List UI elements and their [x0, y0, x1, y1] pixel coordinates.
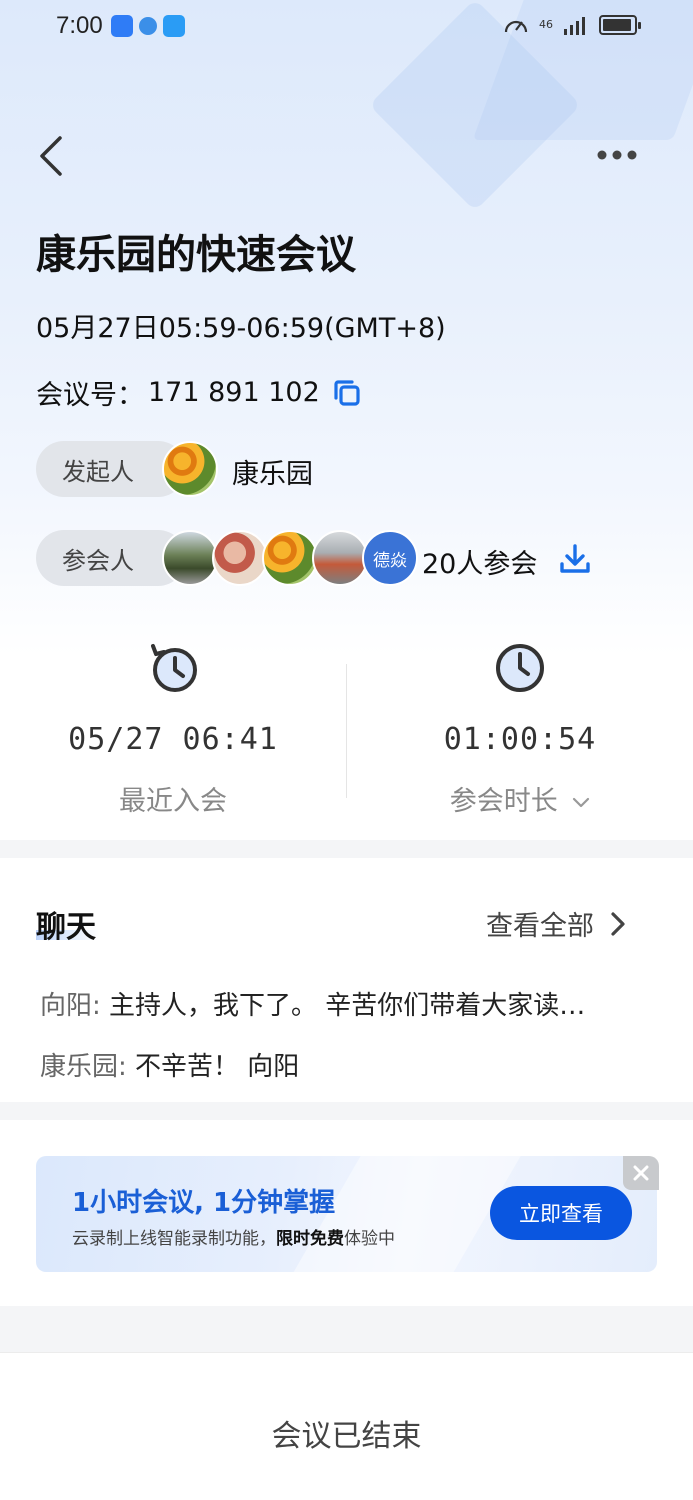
history-icon [151, 644, 197, 692]
signal-icon [564, 17, 585, 35]
download-icon[interactable] [559, 543, 591, 575]
meeting-title: 康乐园的快速会议 [36, 232, 356, 278]
status-bar: 7:00 46 [0, 0, 693, 52]
duration-label: 参会时长 [449, 786, 558, 817]
promo-title: 1小时会议, 1分钟掌握 [72, 1188, 336, 1218]
chat-title: 聊天 [36, 910, 96, 945]
close-icon [633, 1165, 649, 1181]
view-all-label: 查看全部 [486, 911, 594, 942]
chat-message[interactable]: 康乐园: 不辛苦！ 向阳 [40, 1046, 670, 1083]
attendee-avatar[interactable] [162, 530, 218, 586]
duration-stat[interactable]: 01:00:54 参会时长 [400, 642, 640, 818]
meeting-time-range: 05月27日05:59-06:59(GMT+8) [36, 313, 446, 344]
chat-sender: 康乐园: [40, 1052, 127, 1082]
network-type: 46 [539, 18, 553, 31]
view-all-link[interactable]: 查看全部 [486, 904, 628, 943]
clock-icon [496, 644, 544, 692]
meeting-number-label: 会议号： [36, 380, 144, 411]
initiator-name: 康乐园 [232, 459, 313, 490]
meeting-number: 171 891 102 [148, 377, 320, 408]
browser-app-icon [138, 17, 157, 35]
promo-sub-suffix: 体验中 [344, 1229, 395, 1249]
view-now-button[interactable]: 立即查看 [490, 1186, 632, 1240]
close-banner-button[interactable] [623, 1156, 659, 1190]
attendee-avatar[interactable] [312, 530, 368, 586]
meeting-ended-status: 会议已结束 [271, 1419, 422, 1454]
promo-subtitle: 云录制上线智能录制功能，限时免费体验中 [72, 1224, 395, 1249]
promo-sub-bold: 限时免费 [276, 1229, 344, 1249]
footer-bar: 会议已结束 [0, 1352, 693, 1500]
chevron-down-icon [573, 797, 590, 807]
promo-banner[interactable]: 1小时会议, 1分钟掌握 云录制上线智能录制功能，限时免费体验中 立即查看 [36, 1156, 657, 1272]
status-time: 7:00 [56, 12, 103, 39]
chat-text: 不辛苦！ 向阳 [126, 1052, 300, 1082]
chevron-right-icon [611, 911, 625, 936]
weather-app-icon [162, 15, 185, 37]
last-join-stat: 05/27 06:41 最近入会 [53, 642, 293, 818]
attendee-avatar[interactable] [262, 530, 318, 586]
attendee-avatar[interactable] [212, 530, 268, 586]
attendee-count[interactable]: 20人参会 [422, 542, 537, 581]
meeting-number-row: 会议号： 171 891 102 [36, 373, 362, 412]
stats-divider [346, 664, 347, 798]
copy-icon[interactable] [332, 378, 362, 408]
chat-text: 主持人，我下了。 辛苦你们带着大家读… [100, 991, 586, 1021]
attendee-avatar[interactable]: 德焱 [362, 530, 418, 586]
last-join-value: 05/27 06:41 [68, 722, 278, 757]
chat-sender: 向阳: [40, 991, 101, 1021]
more-dots-icon[interactable] [592, 140, 642, 170]
battery-icon [599, 15, 641, 35]
duration-value: 01:00:54 [443, 722, 597, 757]
promo-sub-prefix: 云录制上线智能录制功能， [72, 1229, 276, 1249]
chat-message[interactable]: 向阳: 主持人，我下了。 辛苦你们带着大家读… [40, 985, 670, 1022]
last-join-label: 最近入会 [119, 786, 227, 817]
initiator-avatar[interactable] [162, 441, 218, 497]
duration-label-row[interactable]: 参会时长 [400, 779, 640, 818]
search-app-icon [110, 15, 133, 37]
chevron-left-icon[interactable] [34, 134, 74, 178]
speedometer-icon [504, 20, 528, 33]
